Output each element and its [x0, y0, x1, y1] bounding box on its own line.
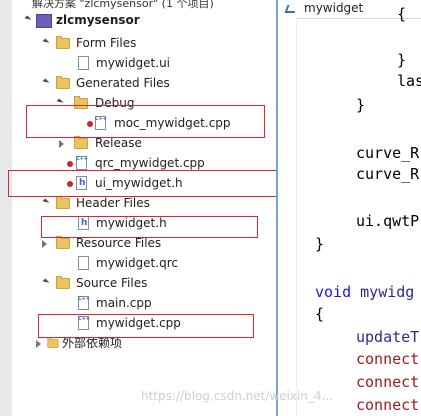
code-line: } — [356, 96, 366, 114]
expand-arrow-icon[interactable] — [42, 78, 50, 86]
tree-item-label: Form Files — [76, 36, 137, 50]
collapse-arrow-icon[interactable] — [42, 240, 47, 248]
watermark: https://blog.csdn.net/weixin_4... — [141, 389, 334, 403]
code-line: connect — [356, 396, 420, 414]
code-line-void: void mywidg — [315, 282, 414, 302]
code-line: updateT — [356, 328, 420, 346]
solution-explorer: 解决方案 "zlcmysensor" (1 个项目) zlcmysensor F… — [0, 0, 285, 416]
code-line: { — [397, 5, 407, 23]
tree-item-main-cpp[interactable]: main.cpp — [0, 294, 270, 313]
code-line: las — [397, 72, 421, 90]
collapse-arrow-icon[interactable] — [59, 140, 64, 148]
excluded-marker-icon — [67, 161, 73, 167]
tab-label: mywidget — [304, 1, 364, 15]
cpp-file-icon — [78, 296, 90, 310]
code-line: { — [315, 305, 325, 323]
expand-arrow-icon[interactable] — [42, 38, 50, 46]
folder-icon — [56, 236, 70, 249]
tree-item-source-files[interactable]: Source Files — [0, 274, 270, 293]
function-name: mywidg — [351, 283, 415, 301]
tree-item-label: Generated Files — [76, 76, 170, 90]
folder-icon — [56, 76, 70, 89]
expand-arrow-icon[interactable] — [42, 278, 50, 286]
highlight-box-mywidget-h — [41, 216, 258, 238]
collapse-arrow-icon[interactable] — [36, 340, 41, 348]
folder-icon — [56, 36, 70, 49]
folder-icon — [74, 136, 88, 149]
code-line: curve_R — [356, 144, 420, 162]
folder-icon — [56, 276, 70, 289]
keyword-void: void — [315, 283, 352, 301]
code-line: curve_R — [356, 165, 420, 183]
project-icon — [36, 14, 52, 28]
folder-icon — [56, 196, 70, 209]
tree-item-label: mywidget.qrc — [96, 256, 178, 270]
tree-item-label: mywidget.ui — [96, 56, 171, 70]
code-line: } — [315, 235, 325, 253]
tree-item-label: main.cpp — [96, 296, 152, 310]
solution-header: 解决方案 "zlcmysensor" (1 个项目) — [0, 0, 276, 11]
expand-arrow-icon[interactable] — [42, 198, 50, 206]
code-line: connect — [356, 350, 420, 368]
highlight-box-moc — [26, 105, 265, 138]
expand-arrow-icon[interactable] — [24, 15, 32, 23]
code-line: ui.qwtP — [356, 212, 420, 230]
solution-header-text: 解决方案 "zlcmysensor" (1 个项目) — [32, 0, 214, 10]
highlight-box-mywidget-cpp — [38, 314, 254, 338]
tree-item-project[interactable]: zlcmysensor — [16, 11, 266, 30]
tree-item-mywidget-ui[interactable]: mywidget.ui — [0, 54, 270, 73]
qrc-file-icon — [78, 256, 89, 270]
ui-file-icon — [78, 56, 89, 70]
folder-icon — [47, 337, 59, 348]
tree-item-label: Source Files — [76, 276, 148, 290]
pin-icon — [284, 5, 298, 13]
highlight-box-ui-h — [8, 170, 285, 197]
tree-item-form-files[interactable]: Form Files — [0, 34, 270, 53]
code-editor[interactable]: mywidget { } las } curve_R curve_R ui.qw… — [278, 0, 421, 416]
tree-item-label: zlcmysensor — [56, 13, 140, 27]
editor-margin — [278, 18, 297, 416]
code-line: connect — [356, 373, 420, 391]
tree-item-generated-files[interactable]: Generated Files — [0, 74, 270, 93]
tree-item-mywidget-qrc[interactable]: mywidget.qrc — [0, 254, 270, 273]
code-line: } — [397, 51, 407, 69]
cpp-file-icon — [76, 156, 88, 170]
